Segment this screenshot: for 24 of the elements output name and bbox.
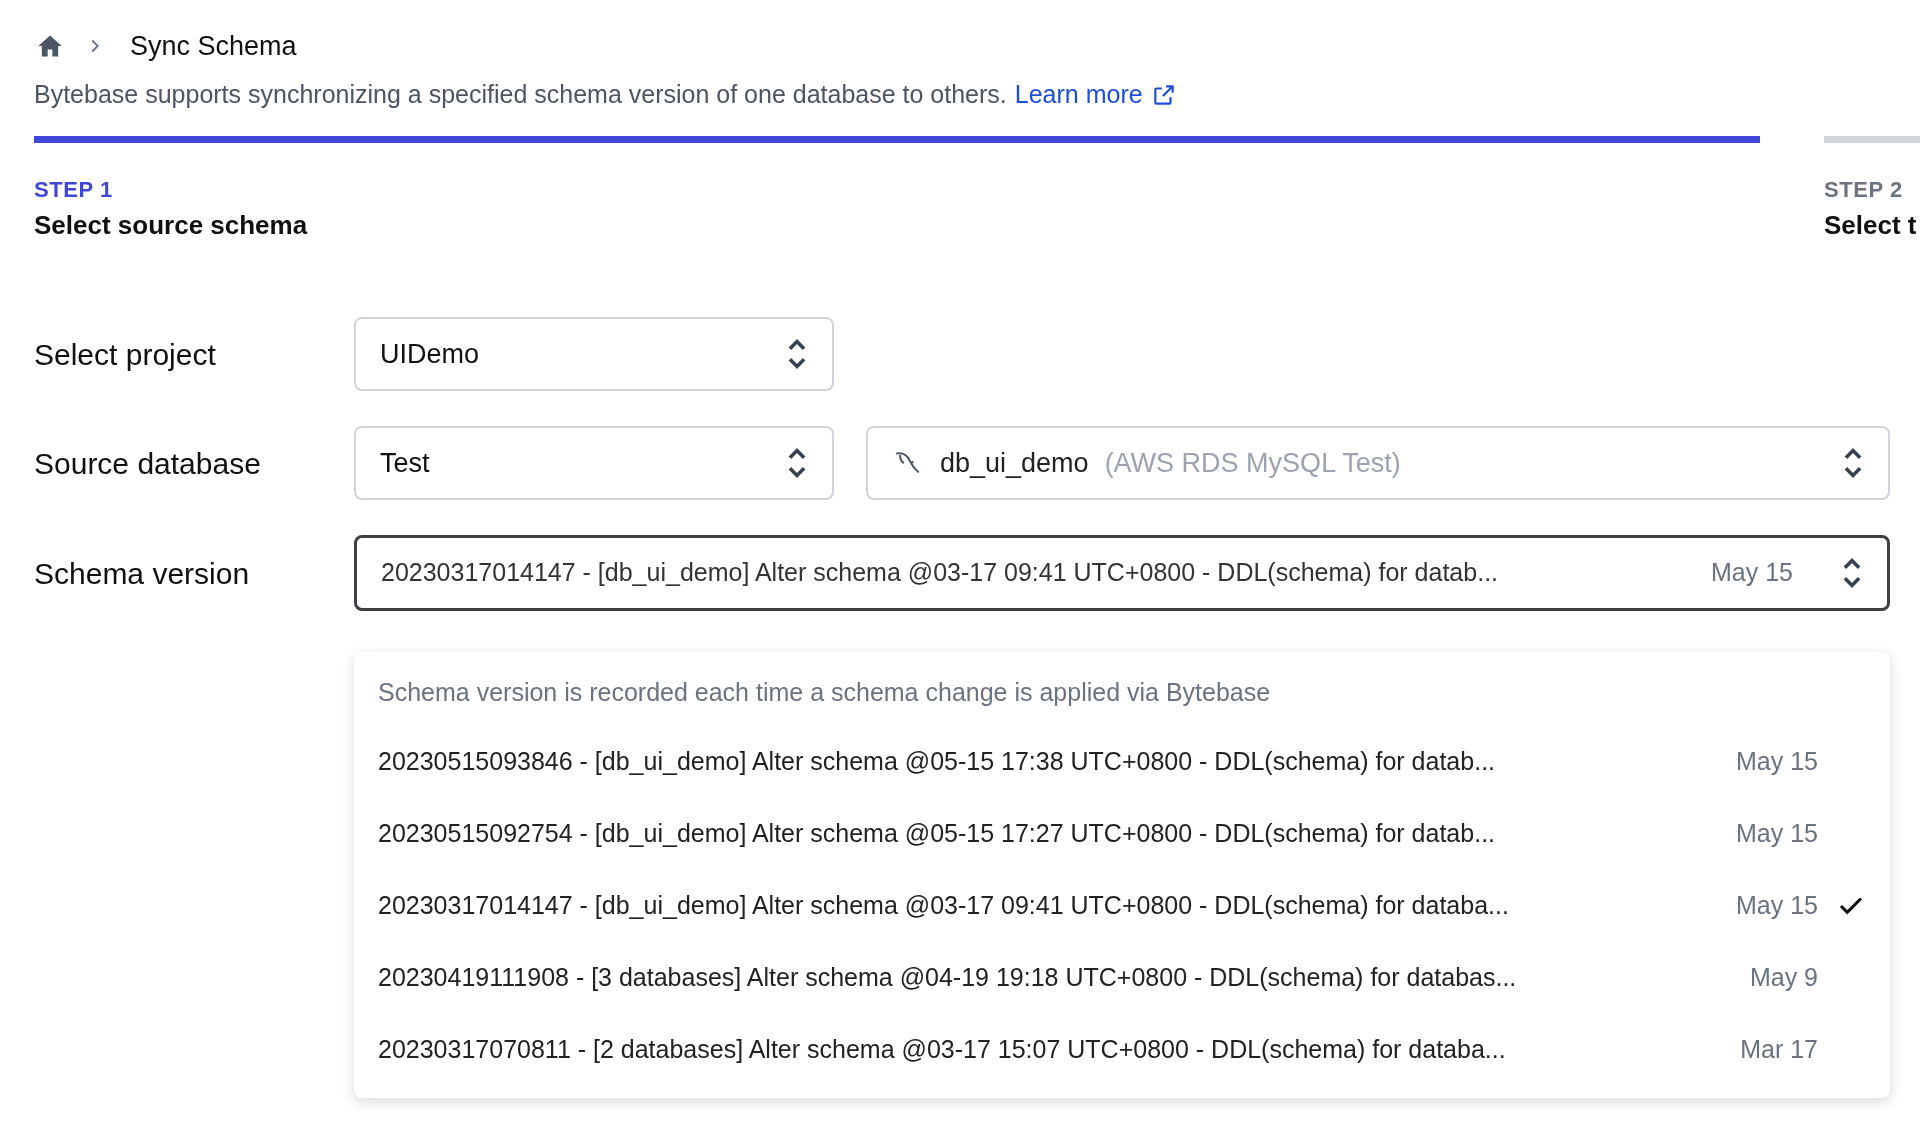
- description-text: Bytebase supports synchronizing a specified schema version of one database to others.: [34, 79, 1007, 111]
- database-select[interactable]: db_ui_demo (AWS RDS MySQL Test): [866, 426, 1890, 500]
- field-label: Source database: [34, 445, 262, 482]
- updown-icon: [786, 447, 808, 479]
- step-title: Select source schema: [34, 209, 308, 242]
- breadcrumb-current: Sync Schema: [130, 29, 297, 63]
- schema-version-select[interactable]: 20230317014147 - [db_ui_demo] Alter schema @03-17 09:41 UTC+0800 - DDL(schema) for datab... May 15: [354, 535, 1890, 611]
- step-title: Select t: [1824, 209, 1917, 242]
- updown-icon: [786, 338, 808, 370]
- field-label: Schema version: [34, 555, 251, 592]
- step-label: STEP 2: [1824, 176, 1903, 204]
- updown-icon: [1841, 557, 1863, 589]
- schema-version-option[interactable]: 20230515093846 - [db_ui_demo] Alter schema @05-15 17:38 UTC+0800 - DDL(schema) for datab... May 15: [354, 726, 1890, 798]
- field-label: Select project: [34, 336, 217, 373]
- environment-select[interactable]: Test: [354, 426, 834, 500]
- schema-version-option[interactable]: 20230317070811 - [2 databases] Alter schema @03-17 15:07 UTC+0800 - DDL(schema) for databa... Mar 17: [354, 1014, 1890, 1086]
- schema-version-option[interactable]: 20230419111908 - [3 databases] Alter schema @04-19 19:18 UTC+0800 - DDL(schema) for databas... May 9: [354, 942, 1890, 1014]
- project-select[interactable]: UIDemo: [354, 317, 834, 391]
- learn-more-link[interactable]: Learn more: [1014, 76, 1177, 114]
- dropdown-hint: Schema version is recorded each time a schema change is applied via Bytebase: [378, 677, 1271, 709]
- schema-version-option[interactable]: 20230317014147 - [db_ui_demo] Alter schema @03-17 09:41 UTC+0800 - DDL(schema) for databa... May 15: [354, 870, 1890, 942]
- schema-version-option[interactable]: 20230515092754 - [db_ui_demo] Alter schema @05-15 17:27 UTC+0800 - DDL(schema) for datab... May 15: [354, 798, 1890, 870]
- updown-icon: [1842, 447, 1864, 479]
- step-label: STEP 1: [34, 176, 113, 204]
